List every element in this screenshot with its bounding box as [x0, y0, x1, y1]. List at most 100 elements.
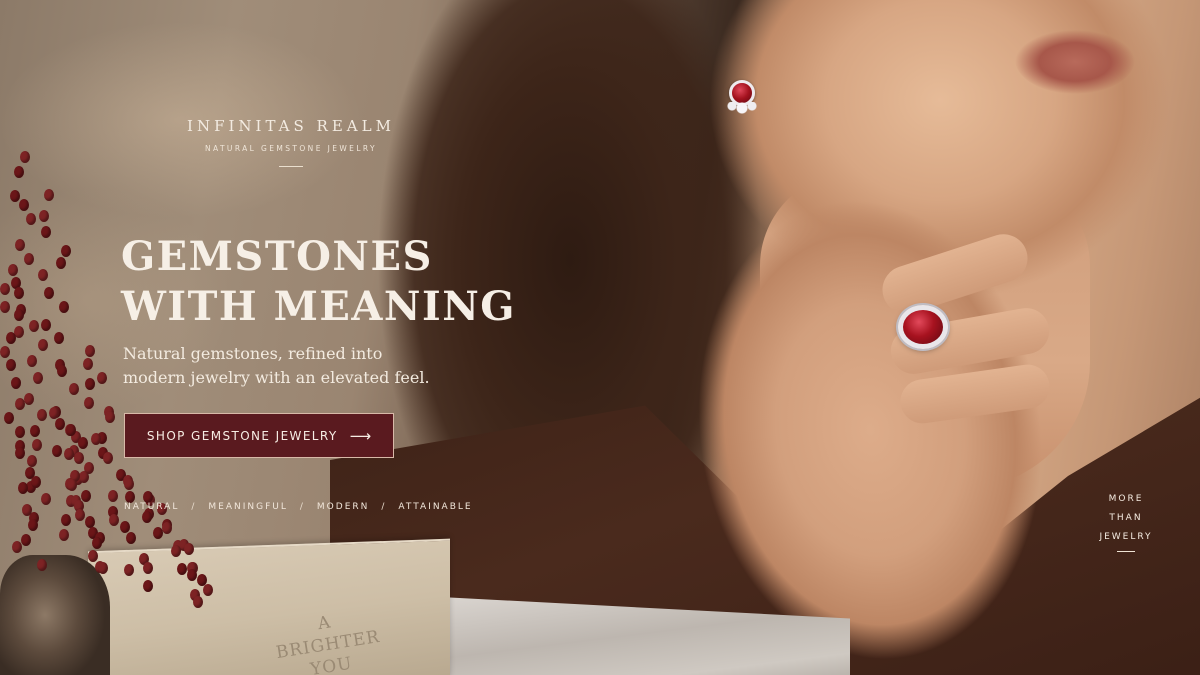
berry	[31, 438, 42, 451]
berry	[20, 534, 31, 547]
berry	[5, 332, 16, 345]
side-note-line: MORE	[1108, 494, 1144, 504]
berry	[98, 561, 109, 574]
berry	[17, 482, 28, 495]
berry	[40, 493, 51, 505]
subline-line: modern jewelry with an elevated feel.	[123, 368, 430, 387]
berry	[79, 471, 90, 484]
berry	[26, 354, 37, 367]
berry	[29, 424, 40, 437]
berry	[153, 527, 164, 540]
brand-logo[interactable]: INFINITAS REALM NATURAL GEMSTONE JEWELRY	[170, 117, 412, 167]
berry	[102, 452, 113, 465]
berry	[19, 150, 30, 163]
side-note: MORE THAN JEWELRY	[1096, 490, 1156, 552]
berry	[124, 477, 135, 490]
berry	[33, 372, 43, 385]
berry	[41, 226, 52, 239]
berry	[0, 283, 10, 296]
berry	[8, 264, 19, 277]
berry	[91, 537, 102, 550]
berry	[37, 339, 48, 352]
berry	[0, 300, 10, 313]
berry	[85, 378, 96, 391]
berry	[161, 522, 172, 535]
berry	[60, 245, 71, 258]
berry	[54, 417, 65, 430]
brand-divider	[279, 166, 303, 167]
berry	[44, 286, 55, 299]
value-item: MODERN	[316, 502, 370, 512]
berry	[183, 543, 194, 556]
berry	[75, 509, 86, 522]
hero-headline: GEMSTONES WITH MEANING	[121, 232, 521, 332]
berry	[142, 511, 153, 524]
shop-gemstone-jewelry-button[interactable]: SHOP GEMSTONE JEWELRY ⟶	[124, 413, 394, 458]
value-separator: /	[299, 502, 305, 512]
berry	[25, 213, 36, 226]
berry	[176, 563, 187, 576]
hero-subline: Natural gemstones, refined into modern j…	[123, 342, 453, 390]
berry	[14, 425, 25, 438]
berry	[143, 561, 154, 574]
berry	[78, 436, 89, 449]
berry	[41, 318, 52, 331]
berry	[170, 544, 181, 557]
berry	[6, 358, 17, 371]
headline-line: WITH MEANING	[121, 283, 516, 330]
berry	[88, 549, 99, 562]
berry	[23, 393, 34, 406]
berry	[13, 308, 24, 321]
value-item: NATURAL	[124, 502, 180, 512]
value-separator: /	[191, 502, 197, 512]
berry	[60, 514, 71, 527]
berry	[56, 364, 67, 377]
berry	[38, 269, 49, 282]
berry	[0, 345, 10, 358]
berry	[36, 558, 47, 571]
hero-banner: A BRIGHTER YOU INFINITAS REALM NATURAL G…	[0, 0, 1200, 675]
berry	[52, 445, 63, 458]
berry	[68, 383, 79, 396]
value-separator: /	[381, 502, 387, 512]
berry	[10, 377, 21, 390]
berry	[108, 514, 119, 527]
berry	[91, 432, 102, 445]
berry	[39, 209, 50, 222]
berry	[27, 519, 38, 532]
berry	[193, 596, 204, 609]
subline-line: Natural gemstones, refined into	[123, 344, 383, 363]
berry	[24, 253, 35, 266]
side-note-divider	[1117, 551, 1135, 552]
berry	[13, 287, 24, 300]
earring-diamond-drops	[724, 102, 760, 118]
berry	[126, 531, 137, 544]
berry	[9, 189, 20, 202]
cta-label: SHOP GEMSTONE JEWELRY	[146, 428, 338, 443]
berry	[84, 345, 95, 358]
berry	[53, 331, 64, 344]
berry	[31, 476, 42, 489]
value-item: MEANINGFUL	[208, 502, 288, 512]
side-note-line: THAN	[1109, 513, 1143, 523]
berry	[59, 301, 70, 314]
berry	[203, 583, 214, 596]
berry	[186, 569, 197, 582]
berry	[29, 319, 39, 332]
berry	[11, 540, 22, 553]
berry	[143, 580, 154, 593]
berry	[43, 189, 54, 202]
berry	[83, 358, 94, 371]
berry	[104, 410, 115, 423]
arrow-right-icon: ⟶	[349, 426, 372, 445]
brand-tagline: NATURAL GEMSTONE JEWELRY	[204, 144, 378, 153]
berry	[19, 198, 30, 211]
berry	[4, 411, 15, 424]
berry	[14, 447, 25, 460]
berry	[21, 503, 32, 516]
brand-values: NATURAL / MEANINGFUL / MODERN / ATTAINAB…	[124, 502, 473, 512]
berry	[26, 455, 37, 468]
berry	[83, 396, 94, 409]
berry	[66, 423, 77, 436]
ruby-ring	[898, 305, 948, 349]
